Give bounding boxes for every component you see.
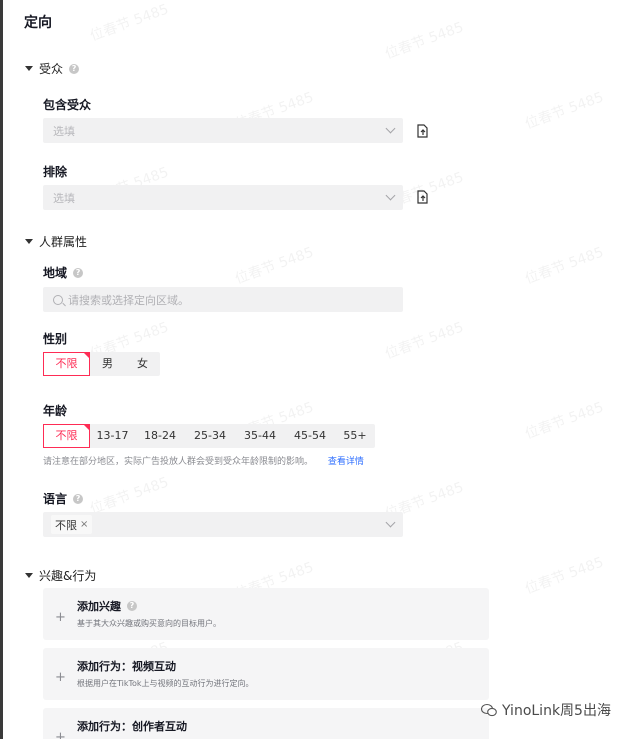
section-audience-toggle[interactable]: 受众 ? <box>25 60 80 77</box>
language-select[interactable]: 不限 × <box>43 512 403 537</box>
help-icon[interactable]: ? <box>127 601 137 611</box>
age-option-13-17[interactable]: 13-17 <box>90 424 135 448</box>
upload-file-icon[interactable] <box>417 124 429 138</box>
region-search-input[interactable]: 请搜索或选择定向区域。 <box>43 287 403 312</box>
plus-icon: + <box>55 610 66 625</box>
section-audience-label: 受众 <box>39 62 64 76</box>
gender-label: 性别 <box>43 332 68 346</box>
region-label: 地域 ? <box>43 264 84 281</box>
language-tag-label: 不限 <box>55 518 77 532</box>
age-option-55-plus[interactable]: 55+ <box>335 424 375 448</box>
language-label-text: 语言 <box>43 492 68 506</box>
chevron-down-icon <box>385 517 396 528</box>
section-interests-label: 兴趣&行为 <box>39 569 97 583</box>
watermark: 位春节 5485 <box>383 19 466 63</box>
upload-file-icon[interactable] <box>417 190 429 204</box>
watermark: 位春节 5485 <box>523 554 606 598</box>
chevron-down-icon <box>385 190 396 201</box>
help-icon[interactable]: ? <box>73 267 84 278</box>
section-demographics-label: 人群属性 <box>39 235 88 249</box>
section-demographics-toggle[interactable]: 人群属性 <box>25 233 87 250</box>
plus-icon: + <box>55 670 66 685</box>
watermark: 位春节 5485 <box>88 1 171 45</box>
age-label: 年龄 <box>43 404 68 418</box>
footer-brand-text: YinoLink周5出海 <box>502 703 611 719</box>
search-icon <box>53 294 63 305</box>
age-option-unlimited[interactable]: 不限 <box>43 424 90 448</box>
language-label: 语言 ? <box>43 490 84 507</box>
close-icon[interactable]: × <box>80 519 88 530</box>
exclude-audience-select[interactable]: 选填 <box>43 185 403 210</box>
age-option-35-44[interactable]: 35-44 <box>235 424 285 448</box>
caret-down-icon <box>25 573 33 578</box>
watermark: 位春节 5485 <box>523 399 606 443</box>
watermark: 位春节 5485 <box>523 89 606 133</box>
section-interests-toggle[interactable]: 兴趣&行为 <box>25 567 96 584</box>
language-tag: 不限 × <box>51 515 93 534</box>
region-label-text: 地域 <box>43 266 68 280</box>
watermark: 位春节 5485 <box>523 244 606 288</box>
chevron-down-icon <box>385 123 396 134</box>
age-option-18-24[interactable]: 18-24 <box>135 424 185 448</box>
add-interest-card[interactable]: + 添加兴趣 ? 基于其大众兴趣或购买意向的目标用户。 <box>43 588 489 640</box>
include-audience-label: 包含受众 <box>43 98 92 112</box>
watermark: 位春节 5485 <box>233 244 316 288</box>
include-audience-placeholder: 选填 <box>53 124 75 138</box>
add-video-interaction-title: 添加行为：视频互动 <box>77 660 176 673</box>
add-interest-desc: 基于其大众兴趣或购买意向的目标用户。 <box>77 619 221 628</box>
footer-brand: YinoLink周5出海 <box>481 700 611 720</box>
gender-option-female[interactable]: 女 <box>125 352 160 376</box>
age-selector: 不限 13-17 18-24 25-34 35-44 45-54 55+ <box>43 424 375 448</box>
plus-icon: + <box>55 730 66 739</box>
add-video-interaction-desc: 根据用户在TikTok上与视频的互动行为进行定向。 <box>77 679 254 688</box>
add-interest-title: 添加兴趣 ? <box>77 598 137 614</box>
age-hint-text: 请注意在部分地区，实际广告投放人群会受到受众年龄限制的影响。 <box>43 457 314 467</box>
exclude-audience-label: 排除 <box>43 165 68 179</box>
add-creator-interaction-title: 添加行为：创作者互动 <box>77 720 187 733</box>
help-icon[interactable]: ? <box>73 493 84 504</box>
targeting-panel: 位春节 5485 位春节 5485 位春节 5485 位春节 5485 位春节 … <box>3 0 636 739</box>
gender-option-male[interactable]: 男 <box>90 352 125 376</box>
age-option-25-34[interactable]: 25-34 <box>185 424 235 448</box>
add-creator-interaction-card[interactable]: + 添加行为：创作者互动 <box>43 708 489 739</box>
add-interest-title-text: 添加兴趣 <box>77 600 121 613</box>
region-placeholder: 请搜索或选择定向区域。 <box>68 293 189 307</box>
gender-option-unlimited[interactable]: 不限 <box>43 352 90 376</box>
page-title: 定向 <box>24 15 52 31</box>
caret-down-icon <box>25 66 33 71</box>
help-icon[interactable]: ? <box>69 63 80 74</box>
age-hint-link[interactable]: 查看详情 <box>328 457 364 467</box>
watermark: 位春节 5485 <box>383 319 466 363</box>
caret-down-icon <box>25 239 33 244</box>
age-option-45-54[interactable]: 45-54 <box>285 424 335 448</box>
gender-selector: 不限 男 女 <box>43 352 160 376</box>
add-video-interaction-card[interactable]: + 添加行为：视频互动 根据用户在TikTok上与视频的互动行为进行定向。 <box>43 648 489 700</box>
exclude-audience-placeholder: 选填 <box>53 191 75 205</box>
age-hint: 请注意在部分地区，实际广告投放人群会受到受众年龄限制的影响。 查看详情 <box>43 454 364 467</box>
wechat-logo-icon <box>481 703 497 717</box>
include-audience-select[interactable]: 选填 <box>43 118 403 143</box>
